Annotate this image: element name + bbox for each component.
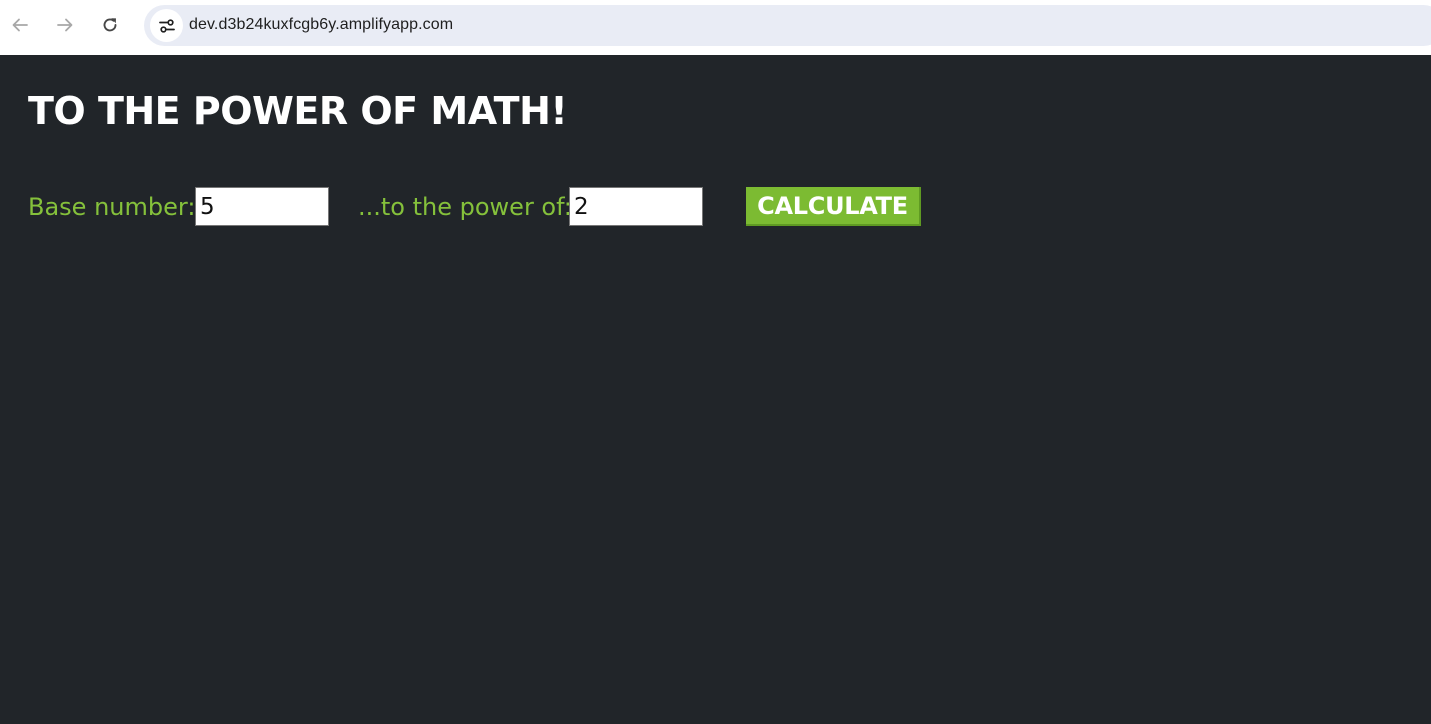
- page-title: TO THE POWER OF MATH!: [28, 89, 568, 133]
- base-number-input[interactable]: [195, 187, 329, 226]
- back-button[interactable]: [4, 9, 36, 41]
- browser-toolbar: dev.d3b24kuxfcgb6y.amplifyapp.com: [0, 0, 1431, 55]
- page-content: TO THE POWER OF MATH! Base number: ...to…: [0, 55, 1431, 724]
- power-label: ...to the power of:: [358, 193, 572, 221]
- site-info-button[interactable]: [150, 9, 183, 42]
- base-number-label: Base number:: [28, 193, 196, 221]
- power-input[interactable]: [569, 187, 703, 226]
- forward-button[interactable]: [49, 9, 81, 41]
- url-text[interactable]: dev.d3b24kuxfcgb6y.amplifyapp.com: [189, 16, 453, 34]
- reload-button[interactable]: [94, 9, 126, 41]
- arrow-left-icon: [12, 18, 28, 32]
- calculate-button[interactable]: CALCULATE: [746, 187, 921, 226]
- reload-icon: [103, 18, 117, 32]
- tune-icon: [158, 18, 175, 33]
- arrow-right-icon: [57, 18, 73, 32]
- address-bar[interactable]: dev.d3b24kuxfcgb6y.amplifyapp.com: [144, 5, 1431, 46]
